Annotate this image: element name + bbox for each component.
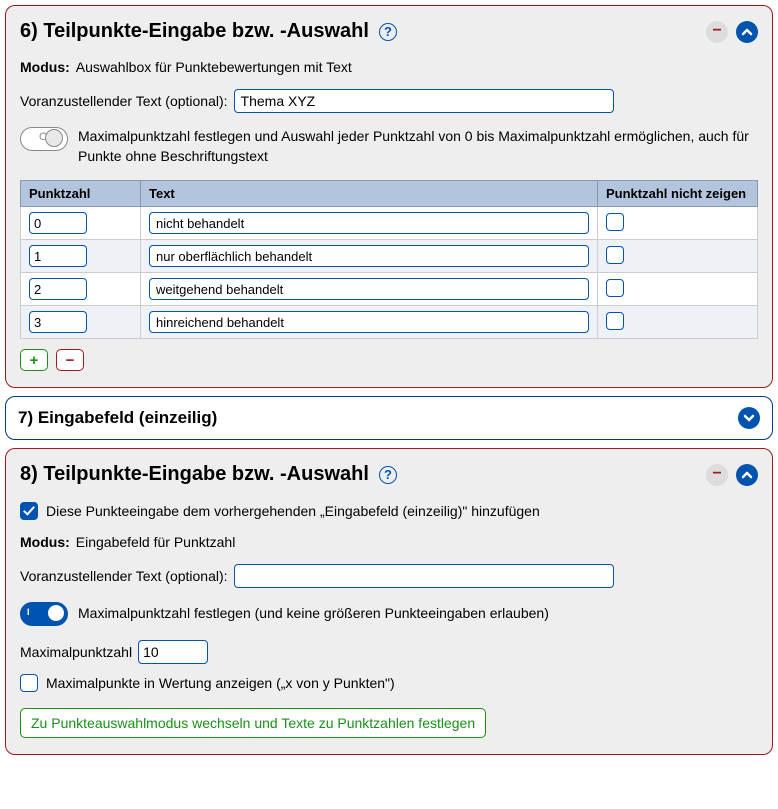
collapse-panel-button[interactable] bbox=[736, 464, 758, 486]
panel-6-points-selection: 6) Teilpunkte-Eingabe bzw. -Auswahl ? − … bbox=[5, 5, 773, 388]
text-input[interactable] bbox=[149, 278, 589, 300]
panel-8-header: 8) Teilpunkte-Eingabe bzw. -Auswahl ? − bbox=[20, 463, 758, 486]
show-max-checkbox[interactable] bbox=[20, 674, 38, 692]
table-row bbox=[21, 306, 758, 339]
table-controls: + − bbox=[20, 349, 758, 371]
help-icon[interactable]: ? bbox=[379, 23, 397, 41]
text-input[interactable] bbox=[149, 245, 589, 267]
remove-panel-button[interactable]: − bbox=[706, 21, 728, 43]
show-max-label: Maximalpunkte in Wertung anzeigen („x vo… bbox=[46, 675, 395, 691]
expand-panel-button[interactable] bbox=[738, 407, 760, 429]
points-table: Punktzahl Text Punktzahl nicht zeigen bbox=[20, 180, 758, 339]
chevron-up-icon bbox=[741, 26, 753, 38]
chevron-down-icon bbox=[743, 412, 755, 424]
max-toggle-label: Maximalpunktzahl festlegen (und keine gr… bbox=[78, 604, 758, 624]
panel-8-controls: − bbox=[706, 464, 758, 486]
prefix-input[interactable] bbox=[234, 564, 614, 588]
attach-label: Diese Punkteeingabe dem vorhergehenden „… bbox=[46, 503, 540, 519]
prefix-row: Voranzustellender Text (optional): bbox=[20, 89, 758, 113]
points-input[interactable] bbox=[29, 278, 87, 300]
help-icon[interactable]: ? bbox=[379, 466, 397, 484]
points-input[interactable] bbox=[29, 311, 87, 333]
max-points-toggle[interactable]: I bbox=[20, 602, 68, 626]
points-input[interactable] bbox=[29, 245, 87, 267]
table-row bbox=[21, 240, 758, 273]
table-row bbox=[21, 273, 758, 306]
prefix-input[interactable] bbox=[234, 89, 614, 113]
panel-6-title: 6) Teilpunkte-Eingabe bzw. -Auswahl bbox=[20, 20, 369, 43]
max-toggle-row: O Maximalpunktzahl festlegen und Auswahl… bbox=[20, 127, 758, 166]
max-toggle-row-8: I Maximalpunktzahl festlegen (und keine … bbox=[20, 602, 758, 626]
th-hide: Punktzahl nicht zeigen bbox=[598, 181, 758, 207]
panel-6-controls: − bbox=[706, 21, 758, 43]
collapse-panel-button[interactable] bbox=[736, 21, 758, 43]
modus-label: Modus: bbox=[20, 534, 70, 550]
remove-panel-button[interactable]: − bbox=[706, 464, 728, 486]
maxpts-row: Maximalpunktzahl bbox=[20, 640, 758, 664]
attach-checkbox[interactable] bbox=[20, 502, 38, 520]
delete-row-button[interactable]: − bbox=[56, 349, 84, 371]
chevron-up-icon bbox=[741, 469, 753, 481]
hide-checkbox[interactable] bbox=[606, 213, 624, 231]
th-points: Punktzahl bbox=[21, 181, 141, 207]
panel-7-single-line-input[interactable]: 7) Eingabefeld (einzeilig) bbox=[5, 396, 773, 440]
hide-checkbox[interactable] bbox=[606, 279, 624, 297]
panel-6-title-row: 6) Teilpunkte-Eingabe bzw. -Auswahl ? bbox=[20, 20, 397, 43]
maxpts-label: Maximalpunktzahl bbox=[20, 644, 132, 660]
table-row bbox=[21, 207, 758, 240]
maxpts-input[interactable] bbox=[138, 640, 208, 664]
modus-row: Modus: Auswahlbox für Punktebewertungen … bbox=[20, 59, 758, 75]
panel-8-title-row: 8) Teilpunkte-Eingabe bzw. -Auswahl ? bbox=[20, 463, 397, 486]
prefix-row-8: Voranzustellender Text (optional): bbox=[20, 564, 758, 588]
modus-value: Auswahlbox für Punktebewertungen mit Tex… bbox=[76, 59, 352, 75]
hide-checkbox[interactable] bbox=[606, 246, 624, 264]
panel-7-title: 7) Eingabefeld (einzeilig) bbox=[18, 408, 217, 428]
th-text: Text bbox=[141, 181, 598, 207]
minus-icon: − bbox=[712, 466, 721, 482]
panel-6-header: 6) Teilpunkte-Eingabe bzw. -Auswahl ? − bbox=[20, 20, 758, 43]
text-input[interactable] bbox=[149, 212, 589, 234]
max-toggle-label: Maximalpunktzahl festlegen und Auswahl j… bbox=[78, 127, 758, 166]
modus-value: Eingabefeld für Punktzahl bbox=[76, 534, 236, 550]
hide-checkbox[interactable] bbox=[606, 312, 624, 330]
switch-mode-button[interactable]: Zu Punkteauswahlmodus wechseln und Texte… bbox=[20, 708, 486, 738]
modus-label: Modus: bbox=[20, 59, 70, 75]
panel-8-points-selection: 8) Teilpunkte-Eingabe bzw. -Auswahl ? − … bbox=[5, 448, 773, 755]
minus-icon: − bbox=[712, 23, 721, 39]
points-input[interactable] bbox=[29, 212, 87, 234]
modus-row-8: Modus: Eingabefeld für Punktzahl bbox=[20, 534, 758, 550]
panel-8-title: 8) Teilpunkte-Eingabe bzw. -Auswahl bbox=[20, 463, 369, 486]
attach-row: Diese Punkteeingabe dem vorhergehenden „… bbox=[20, 502, 758, 520]
text-input[interactable] bbox=[149, 311, 589, 333]
max-points-toggle[interactable]: O bbox=[20, 127, 68, 151]
add-row-button[interactable]: + bbox=[20, 349, 48, 371]
show-max-row: Maximalpunkte in Wertung anzeigen („x vo… bbox=[20, 674, 758, 692]
prefix-label: Voranzustellender Text (optional): bbox=[20, 93, 228, 109]
prefix-label: Voranzustellender Text (optional): bbox=[20, 568, 228, 584]
